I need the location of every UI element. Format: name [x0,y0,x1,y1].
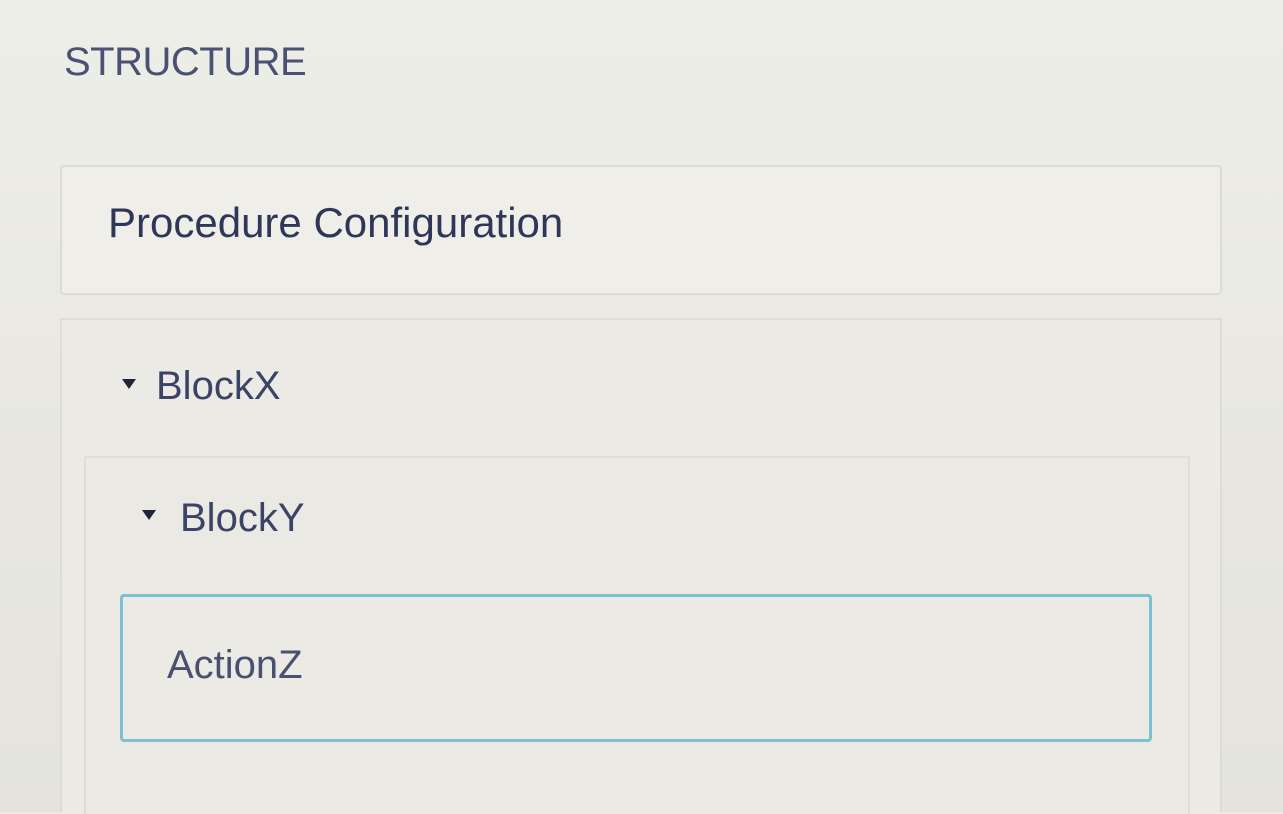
procedure-configuration-label: Procedure Configuration [108,199,564,246]
block-y-header[interactable]: BlockY [86,458,1188,568]
block-x-label: BlockX [156,364,281,408]
structure-title: STRUCTURE [64,40,307,84]
block-x-header[interactable]: BlockX [62,320,1220,450]
caret-down-icon[interactable] [142,510,156,520]
block-x-container: BlockX BlockY ActionZ [60,318,1222,814]
structure-panel: STRUCTURE Procedure Configuration BlockX… [0,0,1283,814]
procedure-configuration-item[interactable]: Procedure Configuration [60,165,1222,295]
action-z-item[interactable]: ActionZ [120,594,1152,742]
block-y-label: BlockY [180,496,305,540]
caret-down-icon[interactable] [122,379,136,389]
block-y-container: BlockY ActionZ [84,456,1190,814]
action-z-label: ActionZ [167,643,303,687]
